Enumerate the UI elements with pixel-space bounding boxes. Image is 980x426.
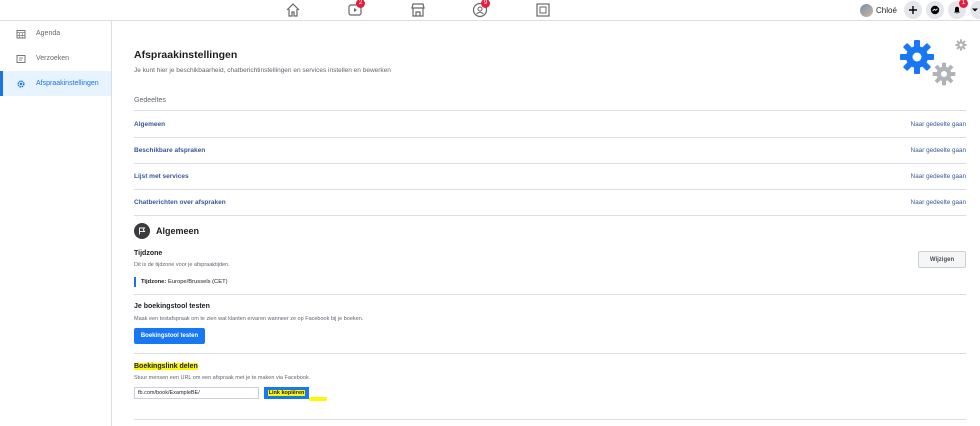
share-link-title: Boekingslink delen [134, 363, 198, 370]
profile-link[interactable]: Chloé [860, 2, 897, 18]
divider [134, 215, 966, 216]
gaming-icon[interactable] [535, 2, 551, 18]
plus-icon [909, 6, 917, 14]
general-section-header: Algemeen [134, 223, 199, 239]
page-subtitle: Je kunt hier je beschikbaarheid, chatber… [134, 67, 391, 74]
profile-name: Chloé [876, 5, 897, 15]
section-row-beschikbare-afspraken[interactable]: Beschikbare afspraken Naar gedeelte gaan [134, 137, 966, 163]
sections-label: Gedeeltes [134, 97, 166, 104]
marketplace-icon[interactable] [410, 2, 426, 18]
gear-icon [17, 79, 25, 88]
notifications-button[interactable]: 1 [948, 0, 968, 19]
medium-gear-icon [932, 62, 956, 86]
test-tool-description: Maak een testafspraak om te zien wat kla… [134, 316, 364, 322]
test-tool-title: Je boekingstool testen [134, 303, 210, 310]
requests-icon [16, 54, 26, 63]
sidebar-item-verzoeken[interactable]: Verzoeken [0, 46, 111, 71]
go-to-section-link[interactable]: Naar gedeelte gaan [911, 147, 966, 154]
sidebar-item-label: Afspraakinstellingen [36, 80, 99, 87]
section-row-label: Lijst met services [134, 172, 189, 180]
divider [134, 353, 966, 354]
sidebar: Agenda Verzoeken Afspraakinstellingen [0, 21, 112, 426]
timezone-value: Tijdzone: Europe/Brussels (CET) [134, 277, 228, 287]
booking-url-field[interactable]: fb.com/book/ExampleBE/ [134, 387, 259, 399]
section-row-chatberichten[interactable]: Chatberichten over afspraken Naar gedeel… [134, 189, 966, 215]
chevron-down-icon [972, 8, 978, 12]
go-to-section-link[interactable]: Naar gedeelte gaan [911, 173, 966, 180]
sidebar-item-agenda[interactable]: Agenda [0, 21, 111, 46]
highlight-mark [309, 397, 327, 401]
go-to-section-link[interactable]: Naar gedeelte gaan [911, 199, 966, 206]
copy-link-button[interactable]: Link kopiëren [264, 387, 309, 399]
account-menu-button[interactable] [970, 1, 980, 19]
home-icon[interactable] [285, 2, 301, 18]
divider [134, 294, 966, 295]
watch-icon[interactable]: 2 [347, 0, 365, 18]
section-row-label: Chatberichten over afspraken [134, 198, 226, 206]
page-title: Afspraakinstellingen [134, 49, 238, 61]
notifications-badge: 1 [959, 0, 968, 8]
go-to-section-link[interactable]: Naar gedeelte gaan [911, 121, 966, 128]
section-row-label: Beschikbare afspraken [134, 146, 206, 154]
section-row-algemeen[interactable]: Algemeen Naar gedeelte gaan [134, 111, 966, 137]
top-navigation-bar: 2 9 Chloé 1 [0, 0, 980, 21]
calendar-icon [16, 29, 26, 38]
flag-icon [134, 223, 150, 239]
timezone-value-label: Tijdzone: [141, 279, 167, 285]
share-link-title-text: Boekingslink delen [134, 363, 198, 370]
sidebar-item-label: Agenda [36, 30, 61, 37]
share-link-description: Stuur mensen een URL om een afspraak met… [134, 375, 311, 381]
divider [134, 419, 966, 420]
test-booking-tool-button[interactable]: Boekingstool testen [134, 328, 205, 344]
timezone-title: Tijdzone [134, 250, 163, 257]
settings-gear-illustration-icon [900, 40, 934, 74]
create-button[interactable] [904, 1, 922, 19]
section-row-label: Algemeen [134, 120, 166, 128]
watch-badge: 2 [356, 0, 365, 8]
sidebar-item-label: Verzoeken [36, 55, 70, 62]
section-row-lijst-met-services[interactable]: Lijst met services Naar gedeelte gaan [134, 163, 966, 189]
edit-timezone-button[interactable]: Wijzigen [918, 251, 966, 268]
messenger-icon [930, 5, 940, 15]
avatar [860, 3, 873, 17]
small-gear-icon [955, 39, 967, 51]
sidebar-item-afspraakinstellingen[interactable]: Afspraakinstellingen [0, 71, 111, 96]
timezone-description: Dit is de tijdzone voor je afspraaktijde… [134, 262, 230, 268]
main-content: Afspraakinstellingen Je kunt hier je bes… [113, 21, 980, 426]
groups-badge: 9 [481, 0, 490, 8]
messenger-button[interactable] [926, 1, 944, 19]
copy-link-label: Link kopiëren [267, 390, 306, 396]
timezone-value-text: Europe/Brussels (CET) [167, 279, 228, 285]
groups-icon[interactable]: 9 [472, 0, 490, 18]
general-section-title: Algemeen [156, 226, 200, 236]
